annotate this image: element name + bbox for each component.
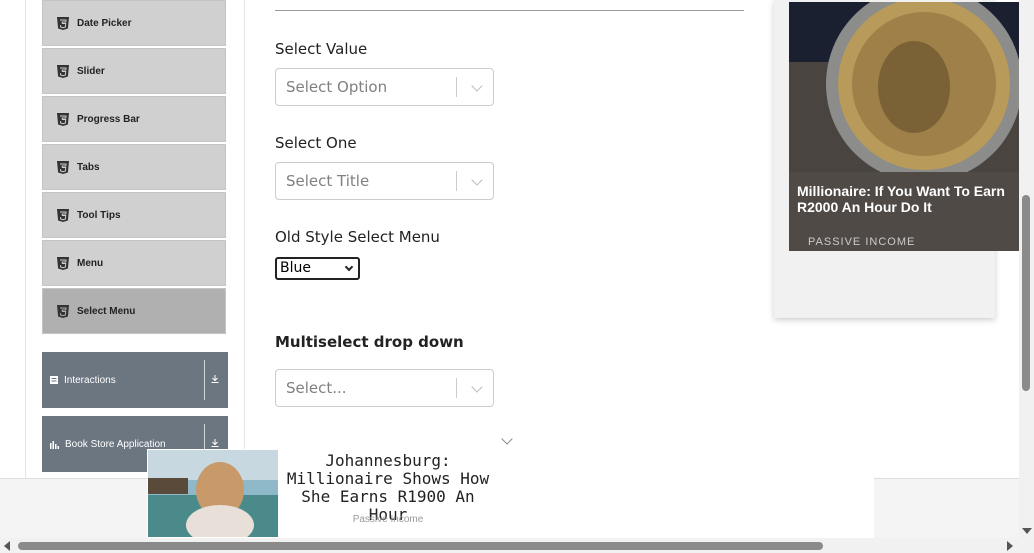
- section-divider: [275, 10, 744, 11]
- bottom-ad-image[interactable]: [148, 450, 278, 537]
- sidebar-item-menu[interactable]: Menu: [42, 240, 226, 286]
- chevron-down-icon: [344, 262, 354, 272]
- page-root: { "sidebar": { "items": [ {"label": "Dat…: [0, 0, 1034, 553]
- select-value-dropdown[interactable]: Select Option: [275, 68, 494, 106]
- list-icon: [50, 376, 58, 384]
- sidebar-item-progress-bar[interactable]: Progress Bar: [42, 96, 226, 142]
- select-one-placeholder: Select Title: [286, 172, 370, 190]
- dropdown-separator: [456, 378, 457, 398]
- horizontal-scrollbar-thumb[interactable]: [18, 542, 823, 550]
- sidebar-item-label: Menu: [77, 257, 104, 269]
- sidebar-item-label: Select Menu: [77, 305, 136, 317]
- group-label: Book Store Application: [65, 438, 166, 450]
- sidebar-item-select-menu[interactable]: Select Menu: [42, 288, 226, 334]
- download-icon: [211, 375, 219, 383]
- select-value-placeholder: Select Option: [286, 78, 388, 96]
- select-one-dropdown[interactable]: Select Title: [275, 162, 494, 200]
- group-divider: [204, 360, 205, 400]
- collapse-chevron-icon[interactable]: [501, 433, 513, 445]
- select-one-label: Select One: [275, 134, 357, 152]
- html5-icon: [57, 112, 69, 126]
- html5-icon: [57, 160, 69, 174]
- select-value-label: Select Value: [275, 40, 368, 58]
- left-border: [25, 0, 26, 478]
- resort-photo: [148, 450, 278, 537]
- sidebar-items: Date Picker Slider Progress Bar Tabs Too…: [42, 0, 226, 336]
- bottom-ad-source: Passive Income: [352, 514, 424, 525]
- old-style-select[interactable]: Blue: [275, 257, 360, 280]
- html5-icon: [57, 16, 69, 30]
- right-ad-source: PASSIVE INCOME: [808, 236, 916, 248]
- multiselect-dropdown[interactable]: Select...: [275, 369, 494, 407]
- dropdown-separator: [456, 77, 457, 97]
- chevron-down-icon[interactable]: [471, 174, 483, 186]
- sidebar-border: [244, 0, 245, 478]
- sidebar-item-label: Progress Bar: [77, 113, 140, 125]
- old-style-select-value: Blue: [280, 260, 311, 276]
- sidebar-group-interactions[interactable]: Interactions: [42, 352, 228, 408]
- sidebar-item-label: Slider: [77, 65, 105, 77]
- download-icon: [211, 439, 219, 447]
- scroll-right-arrow-icon[interactable]: [1007, 541, 1013, 551]
- scroll-down-arrow-icon[interactable]: [1022, 528, 1032, 534]
- sidebar-item-label: Tool Tips: [77, 209, 121, 221]
- old-style-select-label: Old Style Select Menu: [275, 228, 440, 246]
- scroll-left-arrow-icon[interactable]: [4, 541, 10, 551]
- chevron-down-icon[interactable]: [471, 80, 483, 92]
- sidebar-item-slider[interactable]: Slider: [42, 48, 226, 94]
- html5-icon: [57, 304, 69, 318]
- sidebar-item-date-picker[interactable]: Date Picker: [42, 0, 226, 46]
- sidebar-item-label: Tabs: [77, 161, 100, 173]
- chevron-down-icon[interactable]: [471, 381, 483, 393]
- sidebar-item-tabs[interactable]: Tabs: [42, 144, 226, 190]
- right-ad-title[interactable]: Millionaire: If You Want To Earn R2000 A…: [797, 183, 1013, 215]
- html5-icon: [57, 208, 69, 222]
- sidebar-item-tool-tips[interactable]: Tool Tips: [42, 192, 226, 238]
- group-label: Interactions: [64, 374, 116, 386]
- html5-icon: [57, 64, 69, 78]
- multiselect-placeholder: Select...: [286, 379, 347, 397]
- html5-icon: [57, 256, 69, 270]
- dropdown-separator: [456, 171, 457, 191]
- chart-icon: [50, 440, 59, 449]
- sidebar-item-label: Date Picker: [77, 17, 132, 29]
- vertical-scrollbar-thumb[interactable]: [1022, 195, 1030, 391]
- multiselect-label: Multiselect drop down: [275, 333, 464, 351]
